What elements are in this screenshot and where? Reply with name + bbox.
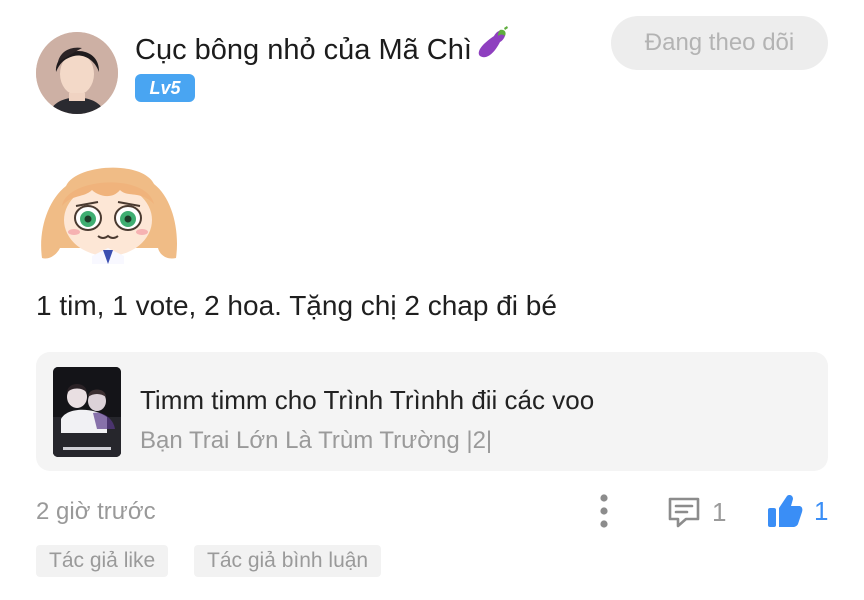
sticker-image (36, 160, 181, 264)
comment-timestamp: 2 giờ trước (36, 498, 156, 525)
eggplant-icon (474, 26, 510, 70)
chapter-name: Bạn Trai Lớn Là Trùm Trường |2| (140, 427, 493, 454)
chapter-thumbnail (53, 367, 121, 457)
chapter-comment-title: Timm timm cho Trình Trìnhh đii các voo (140, 385, 595, 415)
avatar[interactable] (36, 32, 118, 114)
avatar-photo (36, 32, 118, 114)
follow-button[interactable]: Đang theo dõi (611, 16, 828, 70)
reply-button[interactable]: 1 (666, 494, 726, 530)
like-button[interactable]: 1 (766, 492, 828, 530)
author-liked-tag: Tác giả like (36, 545, 169, 577)
vertical-dots-icon (600, 494, 608, 528)
comment-text: 1 tim, 1 vote, 2 hoa. Tặng chị 2 chap đi… (36, 290, 557, 321)
level-badge: Lv5 (135, 74, 195, 102)
author-commented-tag: Tác giả bình luận (194, 545, 382, 577)
referenced-chapter-card[interactable]: Timm timm cho Trình Trìnhh đii các voo B… (36, 352, 828, 471)
thumbs-up-icon (768, 495, 803, 527)
reply-count: 1 (712, 496, 727, 527)
author-name-text: Cục bông nhỏ của Mã Chì (135, 34, 472, 66)
like-count: 1 (814, 495, 829, 526)
author-name[interactable]: Cục bông nhỏ của Mã Chì (135, 26, 510, 70)
comment-icon (668, 497, 700, 528)
more-options-button[interactable] (590, 492, 618, 530)
